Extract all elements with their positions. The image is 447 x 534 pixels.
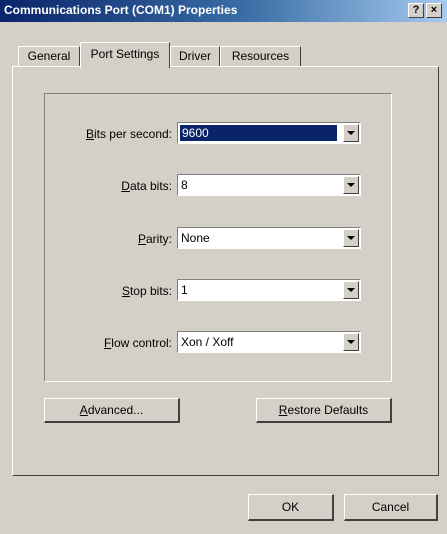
cancel-button-label: Cancel [371, 500, 410, 514]
parity-value: None [181, 231, 210, 245]
close-button[interactable]: × [426, 3, 442, 18]
ok-button-label: OK [281, 500, 300, 514]
flow-control-select[interactable]: Xon / Xoff [177, 331, 361, 353]
chevron-down-icon[interactable] [343, 333, 359, 351]
window-title: Communications Port (COM1) Properties [4, 3, 238, 17]
parity-select[interactable]: None [177, 227, 361, 249]
chevron-down-icon[interactable] [343, 176, 359, 194]
tab-label: Resources [231, 49, 290, 63]
title-bar: Communications Port (COM1) Properties ? … [0, 0, 447, 22]
stop-bits-value: 1 [181, 283, 188, 297]
bits-per-second-select[interactable]: 9600 [177, 122, 361, 144]
stop-bits-label: Stop bits: [121, 284, 172, 298]
advanced-button[interactable]: Advanced... [44, 398, 180, 423]
ok-button[interactable]: OK [248, 494, 334, 521]
data-bits-label: Data bits: [121, 179, 172, 193]
help-button[interactable]: ? [408, 3, 424, 18]
close-icon: × [430, 4, 438, 16]
chevron-down-icon[interactable] [343, 229, 359, 247]
flow-control-value: Xon / Xoff [181, 335, 234, 349]
restore-defaults-button[interactable]: Restore Defaults [256, 398, 392, 423]
data-bits-select[interactable]: 8 [177, 174, 361, 196]
data-bits-value: 8 [181, 178, 188, 192]
tab-label: General [27, 49, 71, 63]
chevron-down-icon[interactable] [343, 124, 359, 142]
tab-label: Driver [179, 49, 211, 63]
tab-driver[interactable]: Driver [170, 46, 220, 66]
tab-resources[interactable]: Resources [220, 46, 301, 66]
tab-port-settings[interactable]: Port Settings [80, 42, 170, 68]
chevron-down-icon[interactable] [343, 281, 359, 299]
tab-label: Port Settings [90, 47, 160, 61]
flow-control-label: Flow control: [103, 336, 172, 350]
bits-per-second-label: Bits per second: [85, 127, 172, 141]
parity-label: Parity: [137, 232, 172, 246]
tab-general[interactable]: General [18, 46, 80, 66]
bits-per-second-value: 9600 [180, 125, 337, 141]
help-icon: ? [412, 4, 420, 16]
stop-bits-select[interactable]: 1 [177, 279, 361, 301]
cancel-button[interactable]: Cancel [344, 494, 438, 521]
